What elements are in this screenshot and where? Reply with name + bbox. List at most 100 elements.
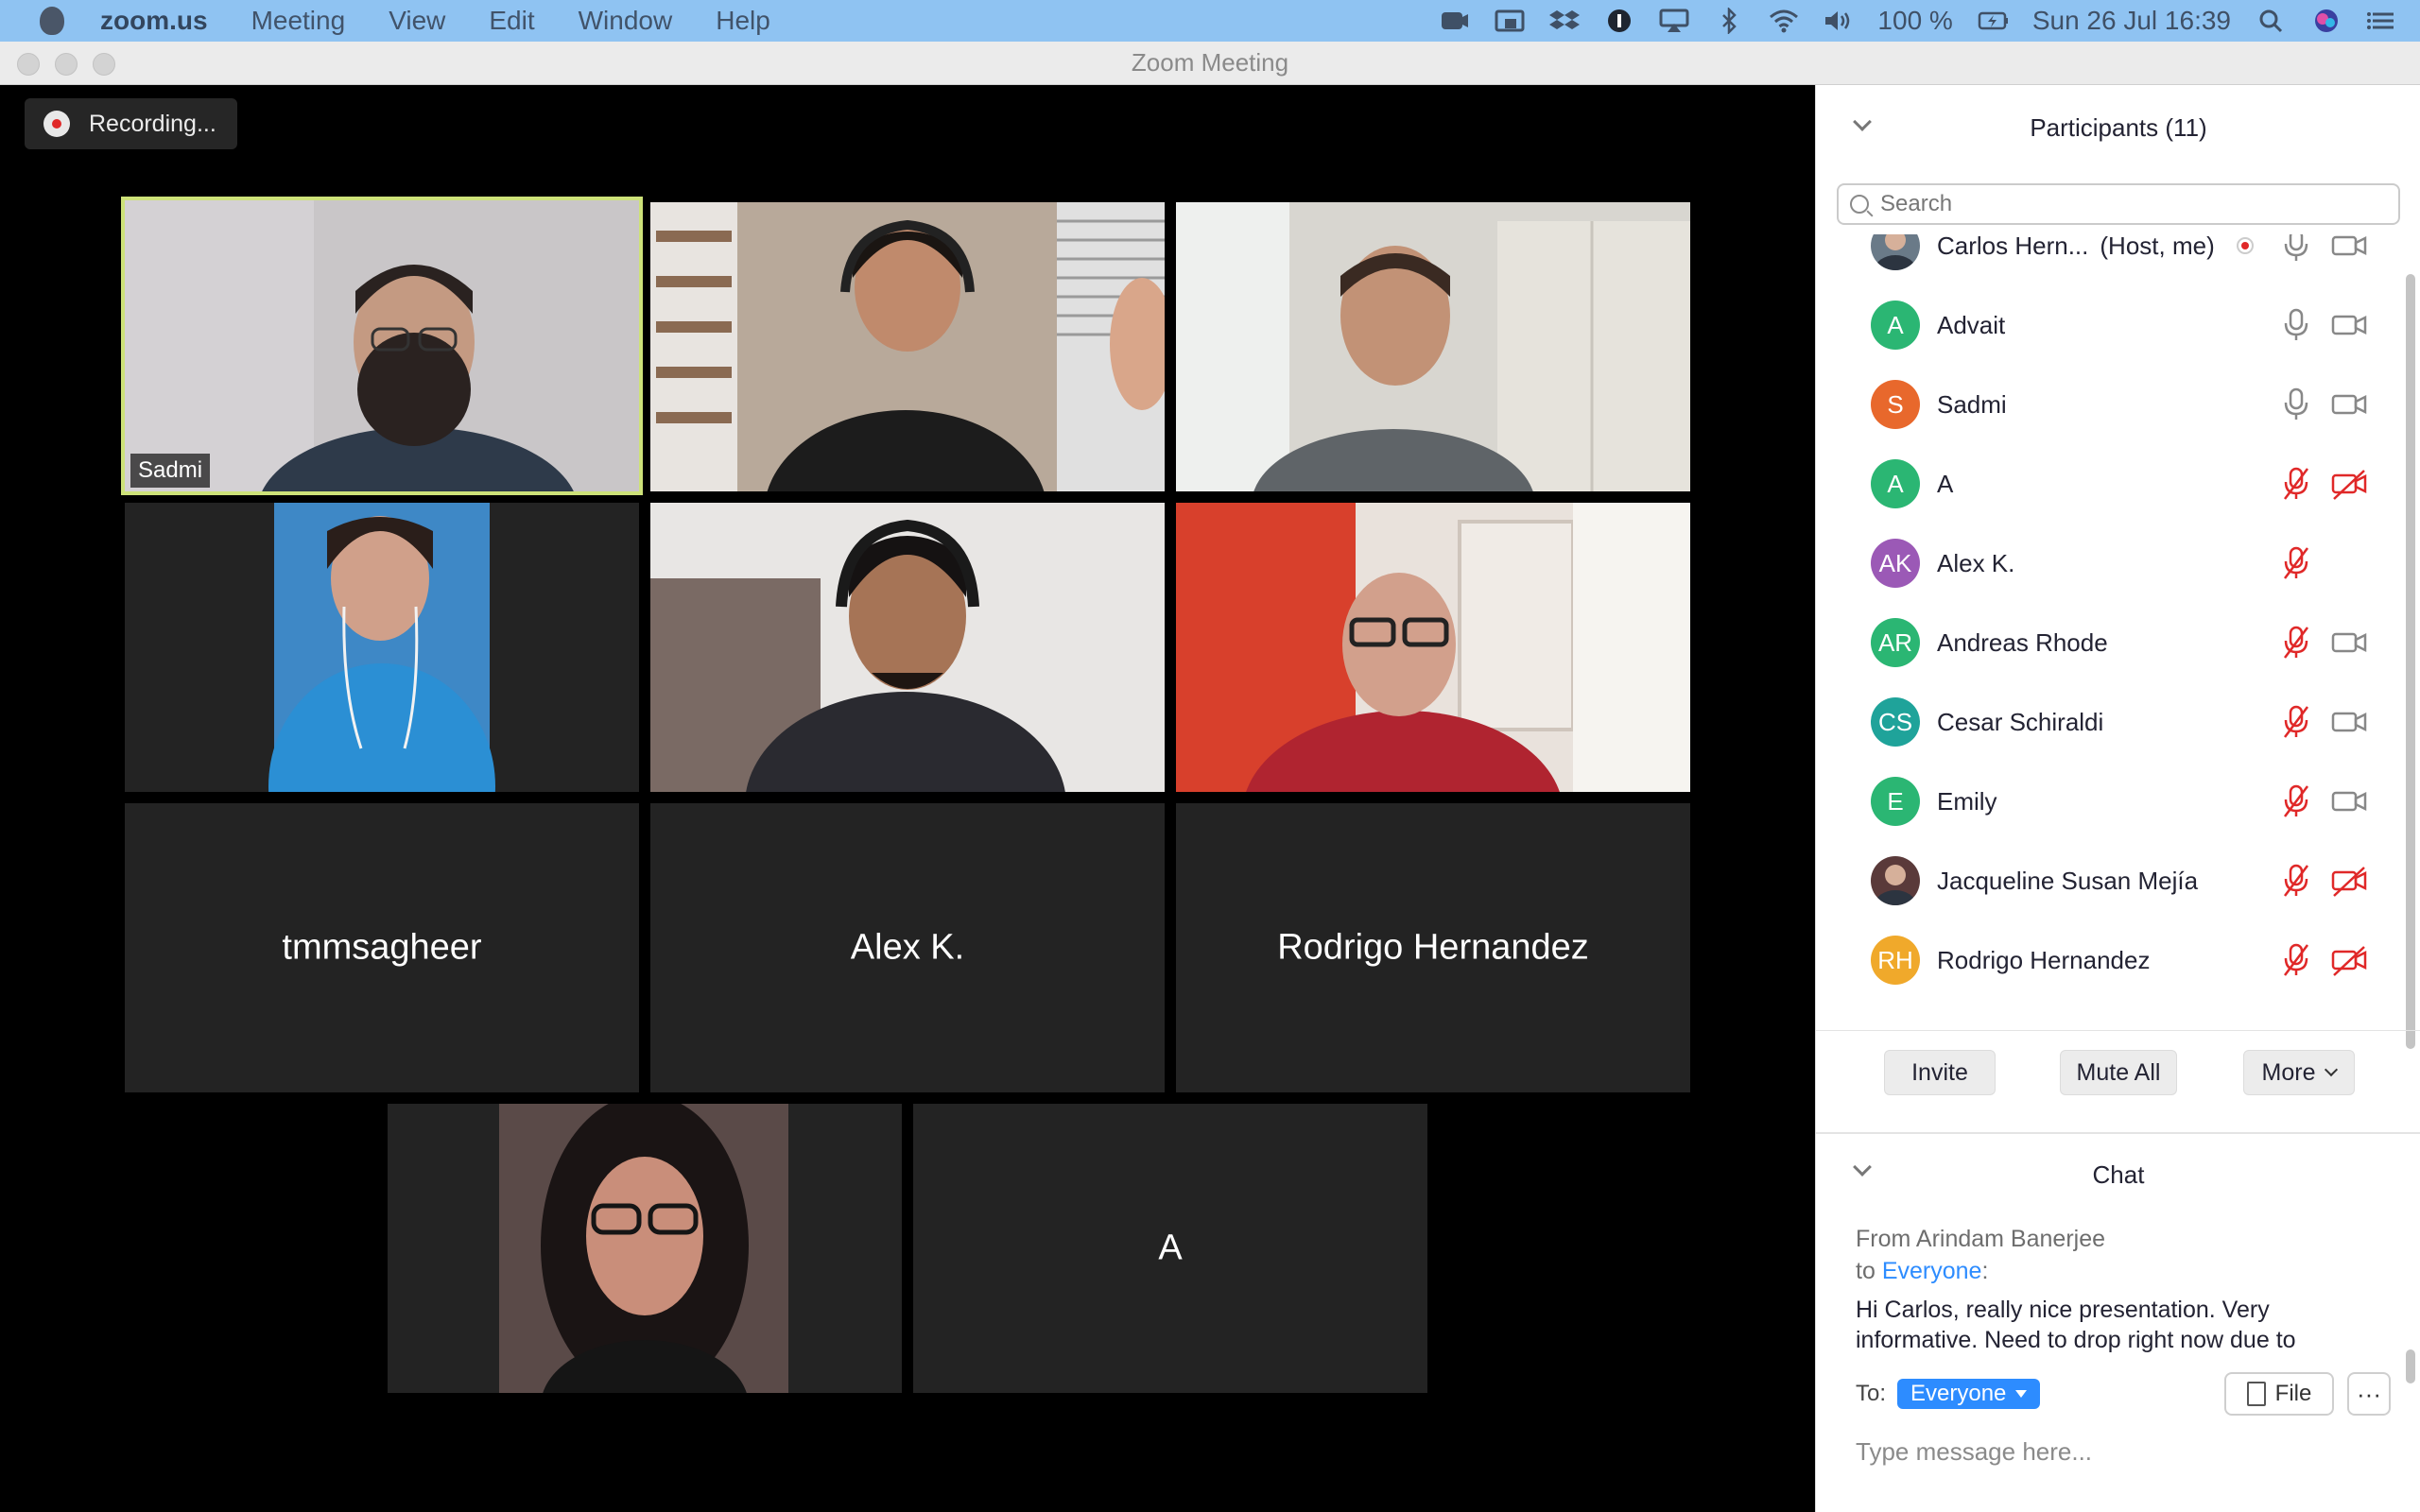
video-tile-participant-3[interactable] (1176, 202, 1690, 491)
chat-recipient-dropdown[interactable]: Everyone (1897, 1379, 2041, 1409)
video-tile-a[interactable]: A (913, 1104, 1427, 1393)
chat-message-recipient-line: to Everyone: (1856, 1255, 2385, 1287)
video-tile-participant-4[interactable] (125, 503, 639, 792)
collapse-chat-chevron-icon[interactable] (1853, 1158, 1872, 1177)
participant-name-text: Jacqueline Susan Mejía (1937, 866, 2199, 895)
close-window-button[interactable] (17, 53, 40, 76)
menu-meeting[interactable]: Meeting (251, 6, 346, 36)
video-off-icon[interactable] (2330, 465, 2368, 503)
menu-app-name[interactable]: zoom.us (100, 6, 208, 36)
chat-to-prefix: to (1856, 1258, 1876, 1284)
video-off-icon[interactable] (2330, 941, 2368, 979)
file-button[interactable]: File (2224, 1372, 2334, 1416)
mic-muted-icon[interactable] (2279, 782, 2313, 820)
password-manager-icon[interactable] (1603, 8, 1635, 34)
volume-icon[interactable] (1823, 8, 1855, 34)
participant-avatar-photo (1871, 234, 1920, 270)
participant-name: Jacqueline Susan Mejía (1937, 867, 2198, 896)
participant-row[interactable]: A Advait (1816, 285, 2402, 365)
video-tile-participant-5[interactable] (650, 503, 1165, 792)
video-tile-alex-k[interactable]: Alex K. (650, 803, 1165, 1092)
chat-message: From Arindam Banerjee to Everyone: Hi Ca… (1856, 1223, 2385, 1357)
participant-avatar: A (1871, 301, 1920, 350)
participant-name-text: Sadmi (1937, 389, 2007, 419)
chat-recipient-link[interactable]: Everyone (1882, 1258, 1982, 1284)
minimize-window-button[interactable] (55, 53, 78, 76)
recording-indicator[interactable]: Recording... (25, 98, 237, 149)
participant-row[interactable]: CS Cesar Schiraldi (1816, 682, 2402, 762)
video-tile-tmmsagheer[interactable]: tmmsagheer (125, 803, 639, 1092)
video-camera-icon[interactable] (2330, 386, 2368, 423)
participant-avatar: A (1871, 459, 1920, 508)
airplay-icon[interactable] (1658, 8, 1690, 34)
video-tile-participant-2[interactable] (650, 202, 1165, 491)
zoom-window-button[interactable] (93, 53, 115, 76)
video-tile-jacqueline[interactable] (388, 1104, 902, 1393)
siri-icon[interactable] (2310, 8, 2342, 34)
chat-title: Chat (2092, 1160, 2145, 1189)
video-tile-sadmi[interactable]: Sadmi (121, 197, 643, 495)
wifi-icon[interactable] (1768, 8, 1800, 34)
mic-icon[interactable] (2279, 386, 2313, 423)
video-camera-icon[interactable] (2330, 234, 2368, 265)
participant-row[interactable]: Carlos Hern... (Host, me) (1816, 234, 2402, 285)
video-feed-participant-5 (650, 503, 1165, 792)
video-feed-jacqueline (388, 1104, 902, 1393)
battery-icon[interactable] (1978, 8, 2010, 34)
chat-more-options-button[interactable]: ··· (2347, 1372, 2391, 1416)
video-feed-participant-6 (1176, 503, 1690, 792)
invite-button[interactable]: Invite (1884, 1050, 1996, 1095)
more-button[interactable]: More (2243, 1050, 2355, 1095)
menu-clock[interactable]: Sun 26 Jul 16:39 (2032, 6, 2231, 36)
search-icon (1850, 195, 1869, 214)
participant-row[interactable]: AR Andreas Rhode (1816, 603, 2402, 682)
video-camera-icon[interactable] (2330, 782, 2368, 820)
participant-row[interactable]: AK Alex K. (1816, 524, 2402, 603)
zoom-status-icon[interactable] (1439, 8, 1471, 34)
participants-actions: Invite Mute All More (1816, 1030, 2420, 1106)
participant-search-field[interactable] (1837, 183, 2400, 225)
collapse-participants-chevron-icon[interactable] (1853, 112, 1872, 131)
mic-icon[interactable] (2279, 234, 2313, 265)
participant-row[interactable]: RH Rodrigo Hernandez (1816, 920, 2402, 1000)
spotlight-search-icon[interactable] (2256, 8, 2288, 34)
mic-icon[interactable] (2279, 306, 2313, 344)
mic-muted-icon[interactable] (2279, 544, 2313, 582)
mute-all-button[interactable]: Mute All (2060, 1050, 2177, 1095)
chat-message-input[interactable] (1856, 1431, 2385, 1472)
window-title-bar: Zoom Meeting (0, 42, 2420, 85)
mic-muted-icon[interactable] (2279, 941, 2313, 979)
video-feed-participant-2 (650, 202, 1165, 491)
mic-muted-icon[interactable] (2279, 703, 2313, 741)
screen-share-icon[interactable] (1494, 8, 1526, 34)
notification-center-icon[interactable] (2365, 8, 2397, 34)
dropbox-icon[interactable] (1548, 8, 1581, 34)
participant-name-label: A (1158, 1228, 1183, 1268)
participant-row[interactable]: S Sadmi (1816, 365, 2402, 444)
participant-row[interactable]: AA (1816, 444, 2402, 524)
mic-muted-icon[interactable] (2279, 862, 2313, 900)
participant-row[interactable]: Jacqueline Susan Mejía (1816, 841, 2402, 920)
bluetooth-icon[interactable] (1713, 8, 1745, 34)
participant-row[interactable]: E Emily (1816, 762, 2402, 841)
video-camera-icon[interactable] (2330, 703, 2368, 741)
video-tile-participant-6[interactable] (1176, 503, 1690, 792)
participant-list-scrollbar[interactable] (2406, 274, 2415, 1049)
chat-to-label: To: (1856, 1381, 1887, 1406)
participant-name: Advait (1937, 311, 2005, 340)
menu-window[interactable]: Window (579, 6, 673, 36)
menu-help[interactable]: Help (716, 6, 770, 36)
menu-edit[interactable]: Edit (489, 6, 534, 36)
window-title: Zoom Meeting (1131, 48, 1289, 77)
mic-muted-icon[interactable] (2279, 465, 2313, 503)
video-camera-icon[interactable] (2330, 624, 2368, 662)
participant-search-input[interactable] (1880, 191, 2391, 217)
mic-muted-icon[interactable] (2279, 624, 2313, 662)
video-off-icon[interactable] (2330, 862, 2368, 900)
participant-avatar: S (1871, 380, 1920, 429)
menu-view[interactable]: View (389, 6, 445, 36)
apple-icon[interactable] (40, 7, 64, 35)
video-camera-icon[interactable] (2330, 306, 2368, 344)
video-tile-rodrigo-hernandez[interactable]: Rodrigo Hernandez (1176, 803, 1690, 1092)
chat-scrollbar[interactable] (2406, 1349, 2415, 1383)
